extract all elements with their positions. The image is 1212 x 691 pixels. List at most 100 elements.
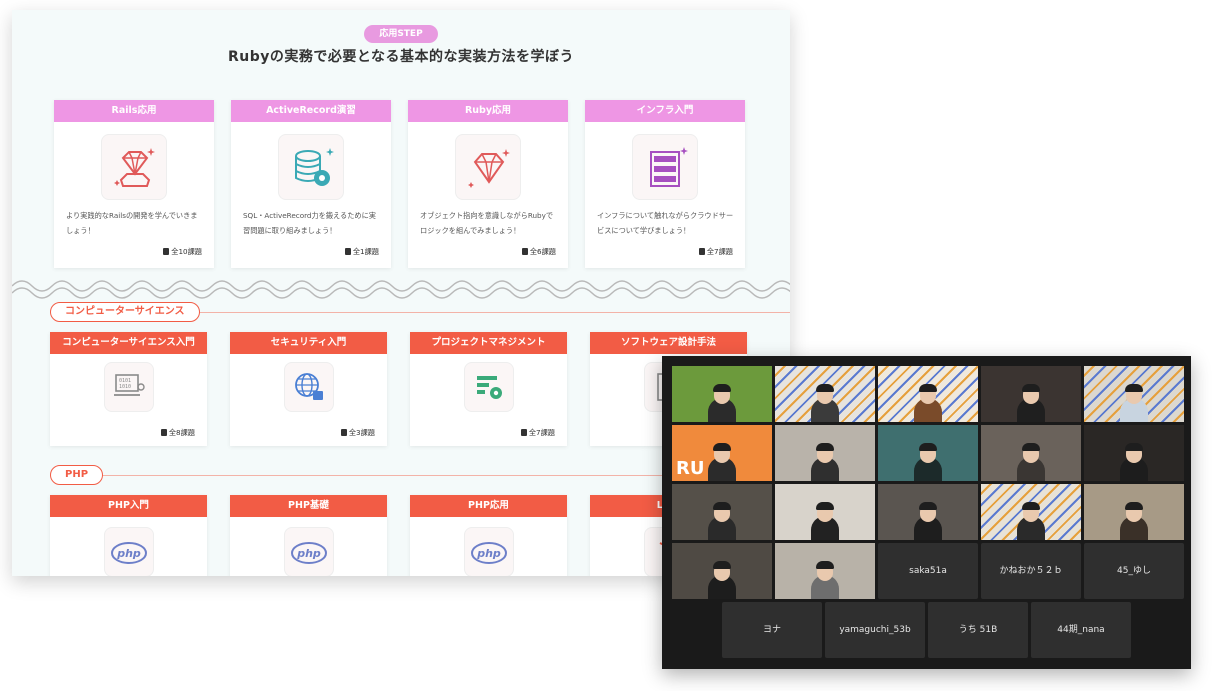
participant-video-tile[interactable]	[775, 425, 875, 481]
php-logo-icon: php	[103, 527, 154, 576]
course-card-description: SQL・ActiveRecord力を鍛えるために実習問題に取り組みましょう！	[243, 211, 376, 235]
course-card-title: ソフトウェア設計手法	[590, 332, 747, 354]
participant-video-tile[interactable]	[878, 366, 978, 422]
book-icon	[521, 248, 528, 255]
course-card-title: Rails応用	[54, 100, 214, 122]
course-card-php-advanced[interactable]: PHP応用 php	[410, 495, 567, 576]
course-count-text: 全10課題	[171, 247, 202, 256]
participant-video-tile[interactable]	[672, 484, 772, 540]
svg-text:php: php	[116, 547, 141, 560]
course-card-project-management[interactable]: プロジェクトマネジメント 全7課題	[410, 332, 567, 446]
book-icon	[520, 429, 527, 436]
participant-hair	[1125, 384, 1143, 392]
participant-name-tile[interactable]: うち 51B	[928, 602, 1028, 658]
course-card-count: 全3課題	[340, 428, 375, 438]
course-card-title: プロジェクトマネジメント	[410, 332, 567, 354]
participant-video-tile[interactable]	[878, 484, 978, 540]
book-icon	[163, 248, 170, 255]
course-card-php-basic[interactable]: PHP基礎 php	[230, 495, 387, 576]
course-card-security[interactable]: セキュリティ入門 全3課題	[230, 332, 387, 446]
course-card-count: 全8課題	[160, 428, 195, 438]
course-card-description: より実践的なRailsの開発を学んでいきましょう！	[66, 211, 198, 235]
participant-video-tile[interactable]	[775, 484, 875, 540]
participant-name-tile[interactable]: かねおか５２ｂ	[981, 543, 1081, 599]
participant-video-tile[interactable]	[981, 366, 1081, 422]
participant-video-tile[interactable]	[981, 484, 1081, 540]
course-card-cs-intro[interactable]: コンピューターサイエンス入門 0101 1010 全8課題	[50, 332, 207, 446]
participant-name-tile[interactable]: 44期_nana	[1031, 602, 1131, 658]
section-label-php: PHP	[50, 465, 104, 485]
course-card-rails[interactable]: Rails応用 より実践的なRailsの開発を学んでいきましょう！ 全10課題	[54, 100, 214, 268]
participant-hair	[713, 561, 731, 569]
participant-name-tile[interactable]: yamaguchi_53b	[825, 602, 925, 658]
participant-banner-text: RU	[676, 458, 705, 479]
step-badge: 応用STEP	[364, 25, 438, 43]
course-count-text: 全6課題	[529, 247, 556, 256]
participant-hair	[1022, 502, 1040, 510]
php-logo-icon: php	[283, 527, 334, 576]
participant-video-tile[interactable]	[672, 366, 772, 422]
laptop-binary-icon: 0101 1010	[103, 362, 154, 412]
svg-text:1010: 1010	[119, 384, 131, 390]
course-card-ruby[interactable]: Ruby応用 オブジェクト指向を意識しながらRubyでロジックを組んでみましょう…	[408, 100, 568, 268]
participant-hair	[816, 384, 834, 392]
participant-hair	[919, 502, 937, 510]
participant-video-tile[interactable]: RU	[672, 425, 772, 481]
participant-hair	[713, 502, 731, 510]
course-card-title: インフラ入門	[585, 100, 745, 122]
participant-name-tile[interactable]: 45_ゆし	[1084, 543, 1184, 599]
participant-hair	[816, 561, 834, 569]
database-gear-icon	[278, 134, 344, 200]
participant-video-tile[interactable]	[775, 543, 875, 599]
course-card-title: Ruby応用	[408, 100, 568, 122]
course-card-title: コンピューターサイエンス入門	[50, 332, 207, 354]
course-count-text: 全1課題	[352, 247, 379, 256]
ruby-gem-icon	[455, 134, 521, 200]
participant-hair	[713, 443, 731, 451]
book-icon	[340, 429, 347, 436]
course-count-text: 全7課題	[528, 428, 555, 437]
participant-hair	[713, 384, 731, 392]
course-card-count: 全1課題	[344, 247, 379, 257]
book-icon	[698, 248, 705, 255]
section-title: Rubyの実務で必要となる基本的な実装方法を学ぼう	[228, 49, 574, 65]
course-count-text: 全8課題	[168, 428, 195, 437]
screenshot-stage: 応用STEP Rubyの実務で必要となる基本的な実装方法を学ぼう Rails応用…	[0, 0, 1212, 691]
course-card-title: PHP基礎	[230, 495, 387, 517]
participant-hair	[1125, 443, 1143, 451]
participant-hair	[1022, 443, 1040, 451]
participant-name-tile[interactable]: saka51a	[878, 543, 978, 599]
globe-lock-icon	[283, 362, 334, 412]
course-count-text: 全7課題	[706, 247, 733, 256]
participant-video-tile[interactable]	[672, 543, 772, 599]
course-card-count: 全7課題	[520, 428, 555, 438]
participant-hair	[816, 443, 834, 451]
svg-text:php: php	[296, 547, 321, 560]
gantt-gear-icon	[463, 362, 514, 412]
participant-hair	[1125, 502, 1143, 510]
course-card-activerecord[interactable]: ActiveRecord演習 SQL・ActiveRecord力を鍛えるために実…	[231, 100, 391, 268]
course-card-count: 全6課題	[521, 247, 556, 257]
section-label-cs: コンピューターサイエンス	[50, 302, 200, 322]
participant-hair	[1022, 384, 1040, 392]
course-card-description: インフラについて触れながらクラウドサービスについて学びましょう！	[597, 211, 734, 235]
participant-video-tile[interactable]	[1084, 366, 1184, 422]
participant-video-tile[interactable]	[775, 366, 875, 422]
ruby-gem-icon	[101, 134, 167, 200]
course-card-php-intro[interactable]: PHP入門 php	[50, 495, 207, 576]
course-card-title: ActiveRecord演習	[231, 100, 391, 122]
course-card-infra[interactable]: インフラ入門 インフラについて触れながらクラウドサービスについて学びましょう！ …	[585, 100, 745, 268]
participant-video-tile[interactable]	[1084, 484, 1184, 540]
video-call-window: RU saka51a かねおか５２ｂ 45_ゆしヨナ yamaguchi_53b うち 5…	[662, 356, 1191, 669]
participant-video-tile[interactable]	[878, 425, 978, 481]
course-card-description: オブジェクト指向を意識しながらRubyでロジックを組んでみましょう！	[420, 211, 554, 235]
course-card-title: PHP応用	[410, 495, 567, 517]
participant-name-tile[interactable]: ヨナ	[722, 602, 822, 658]
participant-hair	[816, 502, 834, 510]
course-card-title: セキュリティ入門	[230, 332, 387, 354]
course-card-count: 全10課題	[163, 247, 202, 257]
svg-text:php: php	[476, 547, 501, 560]
server-rack-icon	[632, 134, 698, 200]
participant-video-tile[interactable]	[1084, 425, 1184, 481]
participant-video-tile[interactable]	[981, 425, 1081, 481]
